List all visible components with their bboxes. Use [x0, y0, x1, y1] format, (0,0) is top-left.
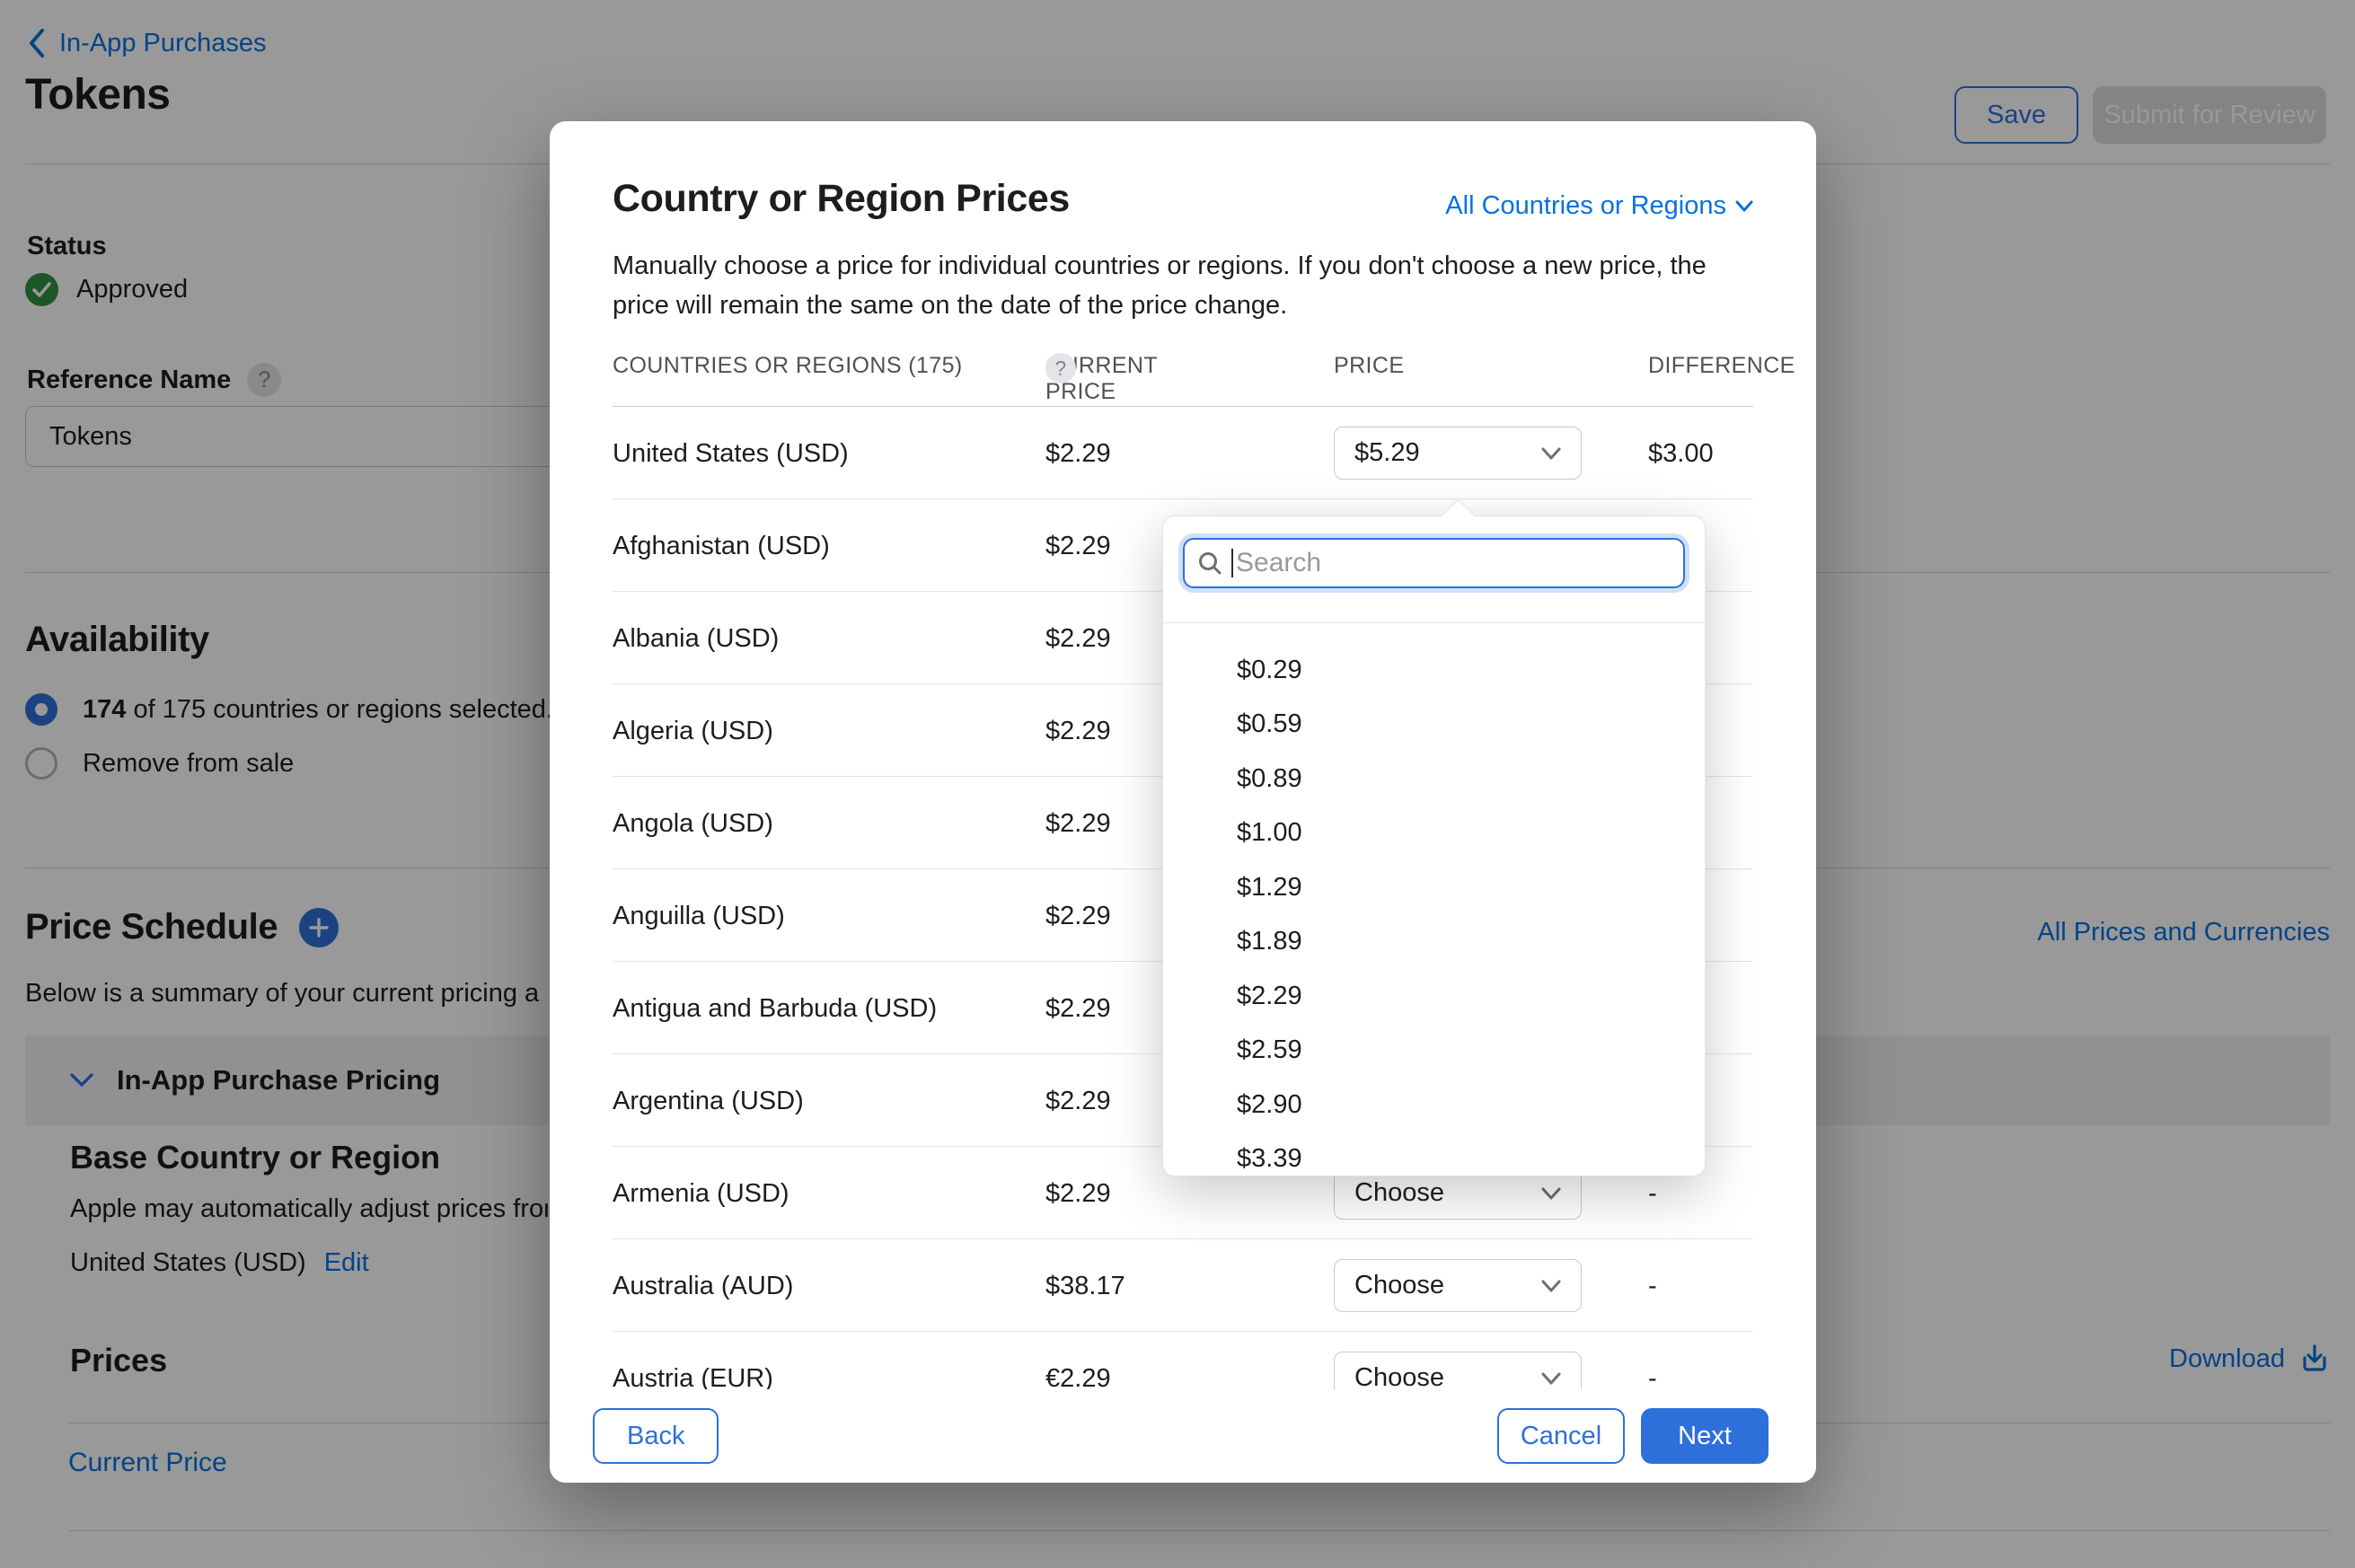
row-current-price: $2.29 — [1045, 809, 1111, 839]
row-current-price: $2.29 — [1045, 994, 1111, 1024]
row-country: Australia (AUD) — [613, 1272, 793, 1301]
row-current-price: $2.29 — [1045, 532, 1111, 561]
row-country: Algeria (USD) — [613, 717, 773, 746]
back-button[interactable]: Back — [593, 1408, 719, 1464]
row-country: Albania (USD) — [613, 624, 779, 654]
next-button[interactable]: Next — [1641, 1408, 1768, 1464]
search-placeholder: Search — [1236, 548, 1321, 578]
table-header: COUNTRIES OR REGIONS (175) CURRENT PRICE… — [613, 353, 1753, 389]
row-country: Argentina (USD) — [613, 1087, 804, 1116]
price-option[interactable]: $3.39 — [1163, 1132, 1705, 1176]
price-option[interactable]: $0.59 — [1163, 698, 1705, 753]
chevron-down-icon — [1541, 1280, 1561, 1292]
price-picker-popover: Search $0.29 $0.59 $0.89 $1.00 $1.29 $1.… — [1162, 515, 1706, 1176]
price-option[interactable]: $1.29 — [1163, 860, 1705, 915]
col-price: PRICE — [1334, 353, 1404, 379]
row-current-price: $2.29 — [1045, 624, 1111, 654]
countries-filter-label[interactable]: All Countries or Regions — [1445, 191, 1726, 221]
row-country: Armenia (USD) — [613, 1179, 789, 1209]
price-select-value: Choose — [1354, 1363, 1444, 1389]
dialog-title: Country or Region Prices — [613, 177, 1070, 221]
col-difference: DIFFERENCE — [1648, 353, 1795, 379]
price-select-value: Choose — [1354, 1178, 1444, 1208]
row-country: Austria (EUR) — [613, 1364, 773, 1389]
price-option[interactable]: $2.90 — [1163, 1078, 1705, 1132]
row-current-price: $2.29 — [1045, 902, 1111, 931]
row-difference: $3.00 — [1648, 439, 1714, 469]
row-country: United States (USD) — [613, 439, 849, 469]
price-option[interactable]: $0.29 — [1163, 643, 1705, 698]
row-current-price: €2.29 — [1045, 1364, 1111, 1389]
price-option-list: $0.29 $0.59 $0.89 $1.00 $1.29 $1.89 $2.2… — [1163, 623, 1705, 1176]
price-option[interactable]: $0.89 — [1163, 752, 1705, 806]
table-row: Austria (EUR) €2.29 Choose - — [613, 1332, 1753, 1389]
row-current-price: $2.29 — [1045, 717, 1111, 746]
help-icon[interactable]: ? — [1045, 353, 1076, 383]
chevron-down-icon — [1541, 1187, 1561, 1200]
dialog-footer: Back Cancel Next — [550, 1389, 1816, 1483]
cancel-button[interactable]: Cancel — [1497, 1408, 1625, 1464]
chevron-down-icon — [1735, 200, 1753, 212]
price-search-input[interactable]: Search — [1183, 538, 1685, 588]
row-difference: - — [1648, 1179, 1657, 1209]
price-option[interactable]: $2.59 — [1163, 1024, 1705, 1079]
country-region-prices-dialog: Country or Region Prices All Countries o… — [550, 121, 1816, 1483]
price-select[interactable]: Choose — [1334, 1352, 1582, 1389]
table-row: Australia (AUD) $38.17 Choose - — [613, 1239, 1753, 1332]
chevron-down-icon — [1541, 1372, 1561, 1385]
col-countries: COUNTRIES OR REGIONS (175) — [613, 353, 963, 379]
row-country: Angola (USD) — [613, 809, 773, 839]
price-option[interactable]: $2.29 — [1163, 969, 1705, 1024]
row-current-price: $2.29 — [1045, 439, 1111, 469]
row-current-price: $2.29 — [1045, 1179, 1111, 1209]
chevron-down-icon — [1541, 447, 1561, 460]
price-option[interactable]: $1.00 — [1163, 806, 1705, 861]
countries-filter-dropdown[interactable]: All Countries or Regions — [1445, 191, 1753, 221]
price-select[interactable]: Choose — [1334, 1259, 1582, 1312]
row-country: Anguilla (USD) — [613, 902, 785, 931]
price-select[interactable]: $5.29 — [1334, 427, 1582, 480]
dialog-description: Manually choose a price for individual c… — [613, 247, 1726, 325]
price-select-value: Choose — [1354, 1271, 1444, 1300]
row-country: Afghanistan (USD) — [613, 532, 830, 561]
row-difference: - — [1648, 1272, 1657, 1301]
price-option[interactable]: $1.89 — [1163, 915, 1705, 970]
row-current-price: $2.29 — [1045, 1087, 1111, 1116]
price-select-value: $5.29 — [1354, 438, 1420, 468]
table-row: United States (USD) $2.29 $5.29 $3.00 — [613, 407, 1753, 499]
row-difference: - — [1648, 1364, 1657, 1389]
row-country: Antigua and Barbuda (USD) — [613, 994, 937, 1024]
row-current-price: $38.17 — [1045, 1272, 1125, 1301]
search-icon — [1197, 551, 1222, 576]
text-caret — [1231, 549, 1233, 577]
